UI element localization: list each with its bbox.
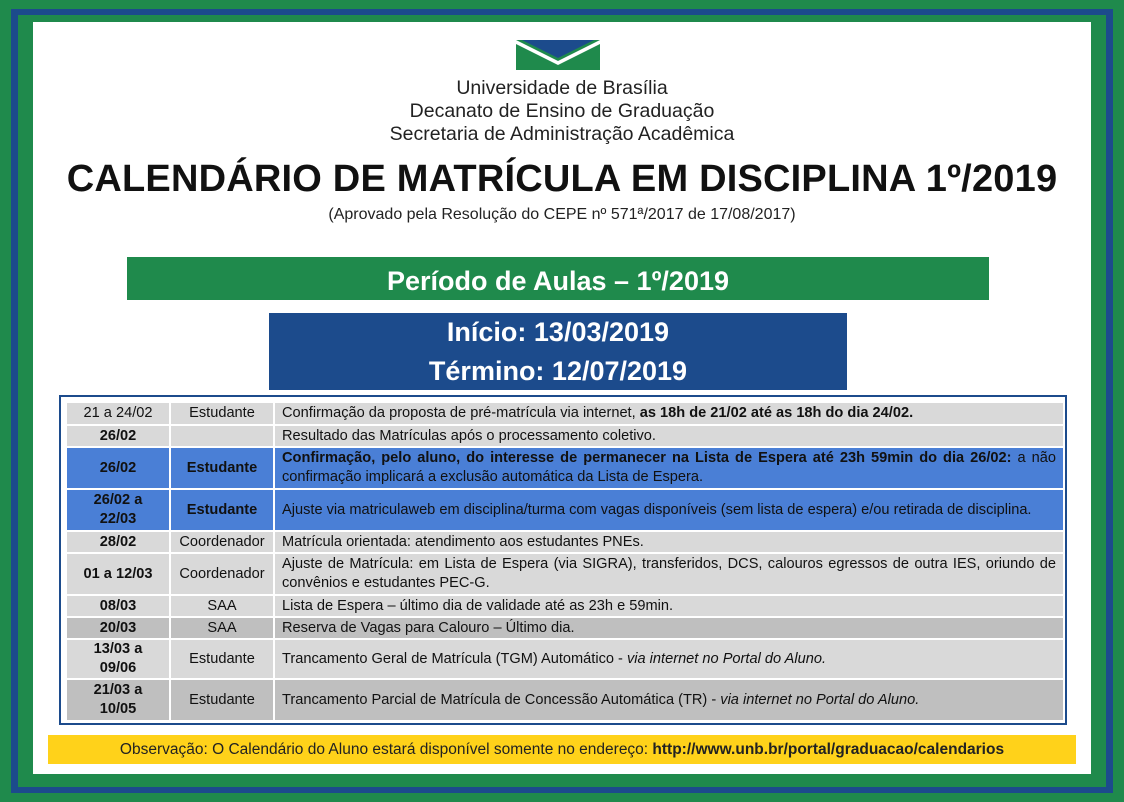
row-who: Estudante — [169, 446, 275, 490]
row-desc: Confirmação da proposta de pré-matrícula… — [273, 401, 1065, 426]
header-university: Universidade de Brasília — [456, 77, 668, 99]
row-desc: Reserva de Vagas para Calouro – Último d… — [273, 616, 1065, 640]
header-secretaria: Secretaria de Administração Acadêmica — [389, 123, 735, 145]
table-row: 13/03 a 09/06 Estudante Trancamento Gera… — [65, 638, 1065, 680]
row-who: Estudante — [169, 488, 275, 532]
row-who: SAA — [169, 616, 275, 640]
row-date: 26/02 — [65, 446, 171, 490]
inicio-date: Início: 13/03/2019 — [446, 317, 670, 347]
row-date: 26/02 — [65, 424, 171, 448]
row-who: SAA — [169, 594, 275, 618]
row-date: 01 a 12/03 — [65, 552, 171, 596]
row-desc: Matrícula orientada: atendimento aos est… — [273, 530, 1065, 554]
table-row: 21 a 24/02 Estudante Confirmação da prop… — [65, 401, 1065, 426]
table-row: 08/03 SAA Lista de Espera – último dia d… — [65, 594, 1065, 618]
row-desc: Ajuste de Matrícula: em Lista de Espera … — [273, 552, 1065, 596]
periodo-banner: Período de Aulas – 1º/2019 — [127, 257, 989, 300]
observation-bar: Observação: O Calendário do Aluno estará… — [48, 735, 1076, 764]
row-who: Coordenador — [169, 530, 275, 554]
page-title: CALENDÁRIO DE MATRÍCULA EM DISCIPLINA 1º… — [66, 158, 1058, 200]
row-date: 21/03 a 10/05 — [65, 678, 171, 722]
row-who: Estudante — [169, 678, 275, 722]
table-row: 28/02 Coordenador Matrícula orientada: a… — [65, 530, 1065, 554]
row-desc: Resultado das Matrículas após o processa… — [273, 424, 1065, 448]
row-date: 26/02 a 22/03 — [65, 488, 171, 532]
observation-text: Observação: O Calendário do Aluno estará… — [119, 741, 653, 758]
row-desc: Trancamento Parcial de Matrícula de Conc… — [273, 678, 1065, 722]
row-date: 21 a 24/02 — [65, 401, 171, 426]
dates-box: Início: 13/03/2019 Término: 12/07/2019 — [269, 313, 847, 390]
calendar-link[interactable]: http://www.unb.br/portal/graduacao/calen… — [652, 741, 1004, 758]
row-desc: Lista de Espera – último dia de validade… — [273, 594, 1065, 618]
row-date: 20/03 — [65, 616, 171, 640]
table-row: 26/02 Estudante Confirmação, pelo aluno,… — [65, 446, 1065, 490]
header-decanato: Decanato de Ensino de Graduação — [409, 100, 715, 122]
schedule-table: 21 a 24/02 Estudante Confirmação da prop… — [65, 401, 1065, 722]
table-row: 20/03 SAA Reserva de Vagas para Calouro … — [65, 616, 1065, 640]
table-row: 26/02 Resultado das Matrículas após o pr… — [65, 424, 1065, 448]
row-who — [169, 424, 275, 448]
table-row: 21/03 a 10/05 Estudante Trancamento Parc… — [65, 678, 1065, 722]
row-date: 08/03 — [65, 594, 171, 618]
row-who: Coordenador — [169, 552, 275, 596]
table-row: 01 a 12/03 Coordenador Ajuste de Matrícu… — [65, 552, 1065, 596]
page-subtitle: (Aprovado pela Resolução do CEPE nº 571ª… — [328, 206, 796, 223]
row-date: 28/02 — [65, 530, 171, 554]
row-who: Estudante — [169, 401, 275, 426]
termino-date: Término: 12/07/2019 — [428, 356, 688, 386]
table-row: 26/02 a 22/03 Estudante Ajuste via matri… — [65, 488, 1065, 532]
unb-logo-icon — [516, 40, 600, 70]
row-who: Estudante — [169, 638, 275, 680]
row-desc: Ajuste via matriculaweb em disciplina/tu… — [273, 488, 1065, 532]
row-desc: Confirmação, pelo aluno, do interesse de… — [273, 446, 1065, 490]
row-desc: Trancamento Geral de Matrícula (TGM) Aut… — [273, 638, 1065, 680]
row-date: 13/03 a 09/06 — [65, 638, 171, 680]
